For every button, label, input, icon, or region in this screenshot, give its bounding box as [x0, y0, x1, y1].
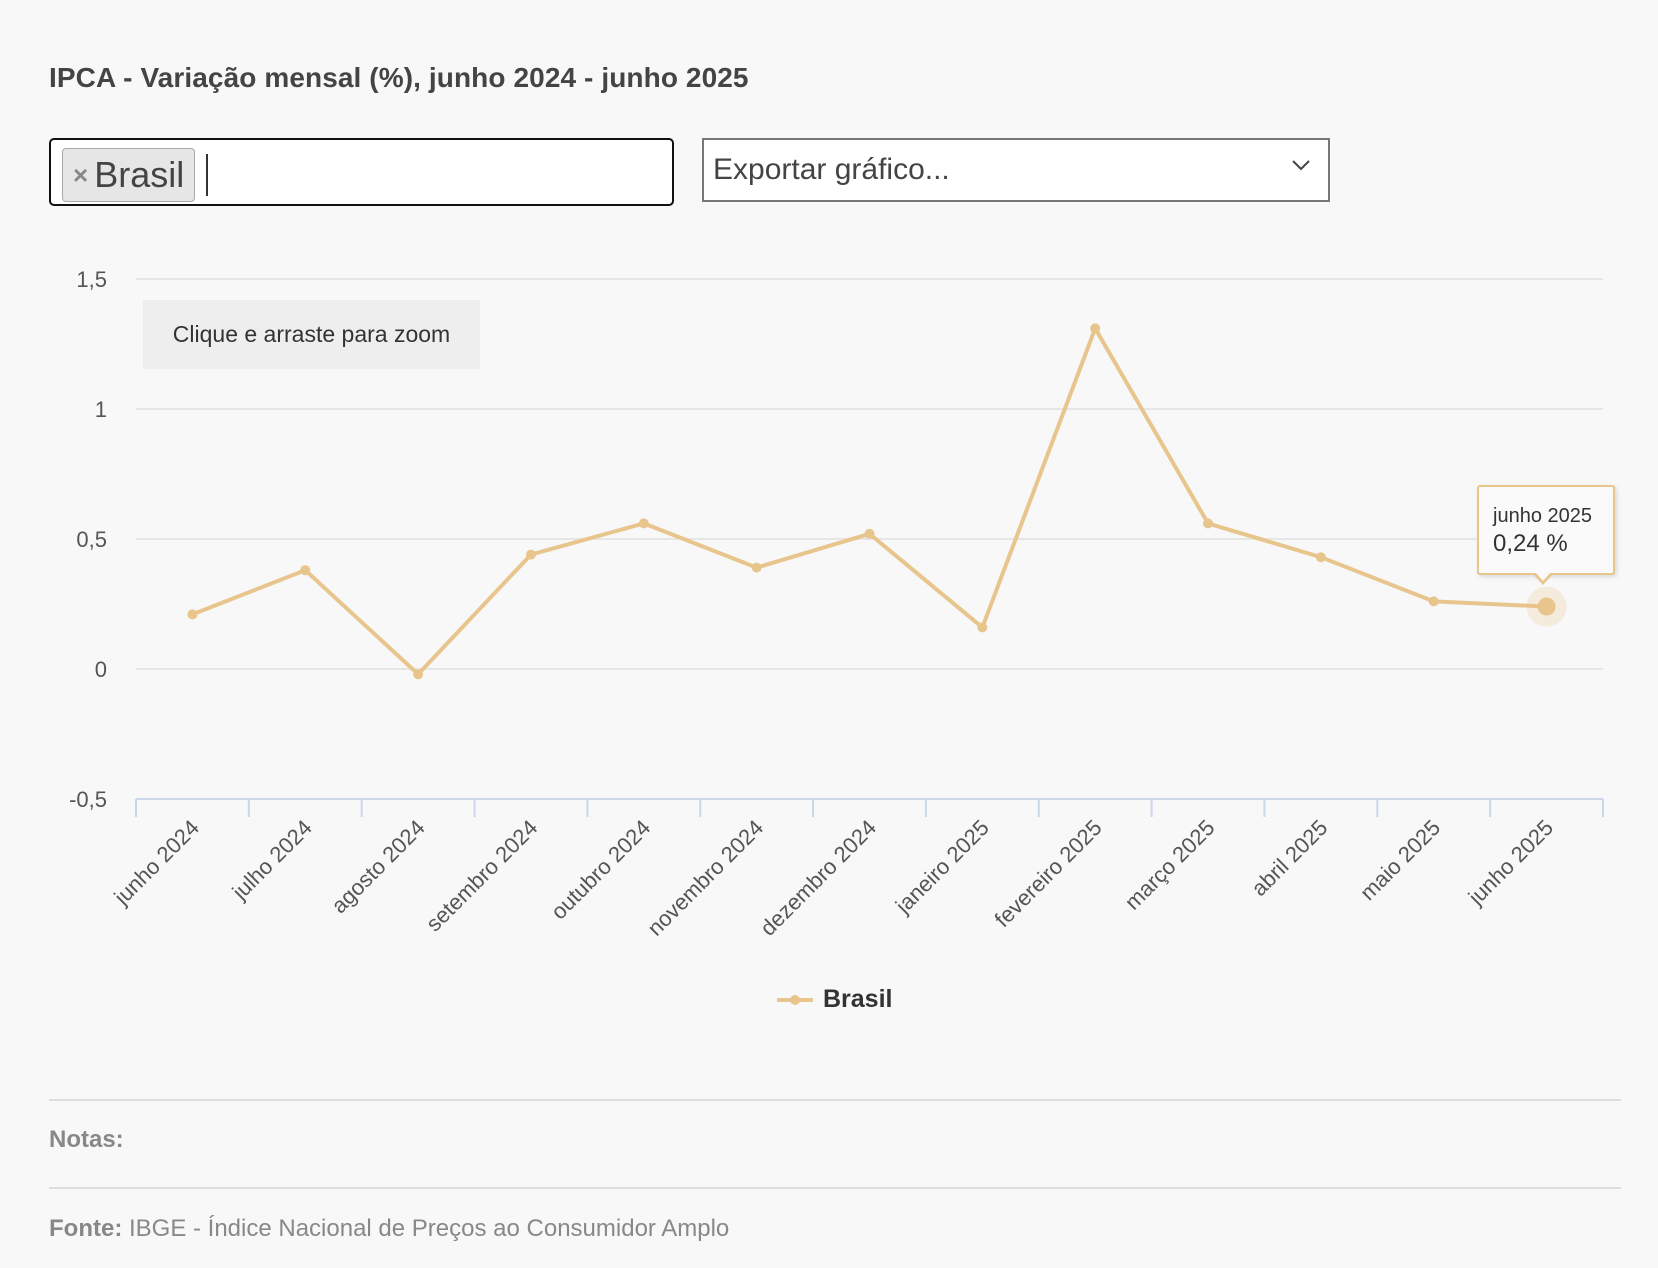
data-point — [413, 669, 424, 680]
tooltip-pointer-fill — [1535, 572, 1551, 581]
source-line: Fonte: IBGE - Índice Nacional de Preços … — [49, 1215, 729, 1243]
data-point — [1203, 518, 1214, 529]
x-tick-label: junho 2025 — [1463, 815, 1558, 910]
source-label: Fonte: — [49, 1215, 123, 1242]
data-point — [1428, 596, 1439, 607]
y-tick-label: -0,5 — [69, 787, 107, 812]
data-point — [977, 622, 988, 633]
data-point — [638, 518, 649, 529]
data-point — [1090, 323, 1101, 334]
data-point — [1315, 552, 1326, 563]
x-tick-label: novembro 2024 — [642, 815, 768, 941]
x-tick-label: maio 2025 — [1355, 815, 1445, 905]
x-tick-label: agosto 2024 — [326, 815, 429, 918]
legend-line-icon — [777, 994, 813, 1005]
x-tick-label: junho 2024 — [109, 815, 204, 910]
x-tick-label: fevereiro 2025 — [990, 815, 1107, 932]
legend-item-brasil[interactable]: Brasil — [777, 985, 892, 1014]
x-tick-label: outubro 2024 — [546, 815, 655, 924]
data-point — [525, 549, 536, 560]
data-point — [187, 609, 198, 620]
tooltip-value: 0,24 % — [1493, 530, 1568, 557]
zoom-hint: Clique e arraste para zoom — [143, 300, 480, 369]
y-tick-label: 0 — [95, 657, 107, 682]
legend-label: Brasil — [823, 985, 893, 1013]
notes-label: Notas: — [49, 1126, 124, 1153]
series-line-brasil — [191, 326, 1547, 677]
data-point — [300, 565, 311, 576]
chart-tooltip: junho 2025 0,24 % — [1477, 485, 1615, 575]
y-tick-label: 1,5 — [76, 267, 107, 292]
x-tick-label: abril 2025 — [1246, 815, 1332, 901]
source-text: IBGE - Índice Nacional de Preços ao Cons… — [128, 1215, 730, 1242]
y-tick-label: 0,5 — [76, 527, 107, 552]
divider — [49, 1187, 1621, 1189]
x-tick-label: janeiro 2025 — [890, 815, 994, 919]
x-tick-label: setembro 2024 — [421, 815, 542, 936]
line-chart[interactable]: -0,5 0 0,5 1 1,5 junho 2024 julho 2024 agosto 2… — [0, 0, 1658, 1268]
x-tick-label: julho 2024 — [227, 815, 317, 905]
y-tick-label: 1 — [95, 397, 107, 422]
x-tick-label: março 2025 — [1120, 815, 1220, 915]
data-point — [1537, 597, 1556, 616]
tooltip-month: junho 2025 — [1493, 505, 1592, 527]
data-point — [751, 562, 762, 573]
x-tick-label: dezembro 2024 — [755, 815, 881, 941]
data-point — [864, 528, 875, 539]
divider — [49, 1099, 1621, 1101]
